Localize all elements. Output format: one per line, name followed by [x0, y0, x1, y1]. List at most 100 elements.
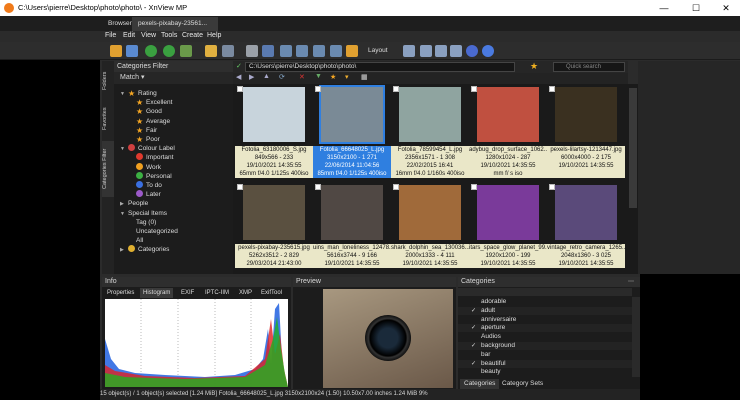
thumbnail-checkbox[interactable]	[315, 184, 321, 190]
tree-item[interactable]: Uncategorized	[136, 227, 178, 236]
slideshow-icon[interactable]	[313, 45, 325, 57]
thumbnail-item[interactable]: Fotolia_63180006_S.jpg 849x566 - 233 19/10…	[235, 86, 313, 180]
filter-funnel-icon[interactable]: ▾	[345, 73, 349, 81]
sort-star-icon[interactable]: ★	[330, 73, 336, 81]
print-icon[interactable]	[246, 45, 258, 57]
open-folder-icon[interactable]	[180, 45, 192, 57]
favorite-star-icon[interactable]: ★	[530, 61, 538, 72]
thumbnail-item[interactable]: adybug_drop_surface_1062... 1280x1024 - 2…	[469, 86, 547, 180]
layout-grid-icon[interactable]	[403, 45, 415, 57]
category-item[interactable]: ✓ aperture	[458, 324, 632, 333]
tab-iptc[interactable]: IPTC-IIM	[202, 288, 232, 298]
category-item[interactable]: ✓ adult	[458, 306, 632, 315]
tab-categories-filter[interactable]: Categories Filter	[102, 141, 114, 197]
rotate-icon[interactable]	[163, 45, 175, 57]
menu-help[interactable]: Help	[207, 32, 221, 39]
thumbnail-checkbox[interactable]	[393, 184, 399, 190]
layout-button[interactable]: Layout	[368, 47, 388, 54]
thumbnail-item[interactable]: shark_dolphin_sea_130036... 2000x1333 - 4…	[391, 184, 469, 278]
category-item[interactable]: ✓ background	[458, 342, 632, 350]
category-checkbox[interactable]: ✓	[471, 342, 477, 350]
tree-item[interactable]: To do	[136, 181, 162, 190]
help-icon[interactable]	[482, 45, 494, 57]
tab-histogram[interactable]: Histogram	[140, 288, 174, 298]
thumbnail-checkbox[interactable]	[471, 184, 477, 190]
tree-item[interactable]: Tag (0)	[136, 218, 156, 227]
menu-tools[interactable]: Tools	[161, 32, 177, 39]
view-mode-icon[interactable]: ▦	[361, 73, 368, 81]
thumbnail-item[interactable]: uins_man_loneliness_12478... 5616x3744 - …	[313, 184, 391, 278]
tab-exif[interactable]: EXIF	[178, 288, 197, 298]
tree-item[interactable]: ▼ Colour Label	[120, 144, 175, 153]
delete-icon[interactable]: ✕	[299, 73, 305, 81]
quick-search-input[interactable]: Quick search	[553, 62, 625, 72]
tab-exiftool[interactable]: ExifTool	[258, 288, 285, 298]
up-arrow-icon[interactable]: ▲	[263, 73, 270, 80]
thumbnail-checkbox[interactable]	[315, 86, 321, 92]
tree-item[interactable]: ★ Good	[136, 107, 162, 116]
forward-arrow-icon[interactable]: ▶	[249, 73, 254, 81]
expand-toggle-icon[interactable]: ▼	[120, 210, 128, 219]
tree-item[interactable]: Later	[136, 190, 161, 199]
settings-gear-icon[interactable]	[466, 45, 478, 57]
panels-icon[interactable]	[420, 45, 432, 57]
tag-icon[interactable]: ▼	[315, 73, 322, 80]
scan-icon[interactable]	[262, 45, 274, 57]
tree-item[interactable]: ▼ Special Items	[120, 209, 167, 218]
tree-item[interactable]: ▶ People	[120, 199, 148, 208]
category-item[interactable]: Audios	[458, 333, 632, 341]
back-arrow-icon[interactable]: ◀	[236, 73, 241, 81]
minimize-button[interactable]: —	[650, 2, 678, 14]
category-item[interactable]: ✓ beautiful	[458, 359, 632, 368]
compare-icon[interactable]	[296, 45, 308, 57]
scrollbar-thumb[interactable]	[629, 88, 637, 208]
reload-icon[interactable]: ⟳	[279, 73, 285, 81]
tree-item[interactable]: ★ Average	[136, 117, 170, 126]
filter-icon[interactable]	[346, 45, 358, 57]
maximize-button[interactable]: ☐	[682, 2, 710, 14]
tree-item[interactable]: Important	[136, 153, 173, 162]
match-dropdown[interactable]: Match ▾	[114, 72, 233, 84]
thumbnail-item[interactable]: Fotolia_78599454_L.jpg 2356x1571 - 1 308 2…	[391, 86, 469, 180]
tree-item[interactable]: ★ Excellent	[136, 98, 172, 107]
category-checkbox[interactable]: ✓	[471, 360, 477, 368]
preview-panel-icon[interactable]	[450, 45, 462, 57]
category-item[interactable]: adorable	[458, 298, 632, 306]
tab-xmp[interactable]: XMP	[236, 288, 255, 298]
expand-toggle-icon[interactable]: ▼	[120, 145, 128, 154]
category-checkbox[interactable]: ✓	[471, 307, 477, 315]
menu-file[interactable]: File	[105, 32, 116, 39]
category-item[interactable]: beauty	[458, 368, 632, 376]
thumbnail-item[interactable]: Fotolia_66648025_L.jpg 3150x2100 - 1 271 2…	[313, 85, 391, 180]
tree-item[interactable]: ★ Fair	[136, 126, 157, 135]
browse-icon[interactable]	[110, 45, 122, 57]
thumbnail-item[interactable]: itars_space_glow_planet_99... 1920x1200 -…	[469, 184, 547, 278]
menu-view[interactable]: View	[141, 32, 156, 39]
thumbnail-checkbox[interactable]	[393, 86, 399, 92]
tree-item[interactable]: ▶ Categories	[120, 245, 169, 254]
refresh-icon[interactable]	[145, 45, 157, 57]
tab-categories[interactable]: Categories	[460, 379, 500, 389]
categories-filter-field[interactable]	[458, 288, 632, 296]
browser-scrollbar[interactable]	[628, 84, 638, 274]
thumbnail-item[interactable]: vintage_retro_camera_1265... 2048x1360 - …	[547, 184, 625, 278]
batch-icon[interactable]	[280, 45, 292, 57]
thumbnail-checkbox[interactable]	[237, 184, 243, 190]
info-panel-icon[interactable]	[435, 45, 447, 57]
thumbnail-checkbox[interactable]	[471, 86, 477, 92]
categories-menu-icon[interactable]: ⋯	[628, 278, 634, 285]
tab-folders[interactable]: Folders	[102, 65, 114, 97]
path-input[interactable]: C:\Users\pierre\Desktop\photo\photo\	[245, 62, 515, 72]
category-checkbox[interactable]: ✓	[471, 324, 477, 332]
tab-properties[interactable]: Properties	[104, 288, 137, 298]
tree-item[interactable]: All	[136, 236, 143, 245]
thumbnail-item[interactable]: pexels-pixabay-235615.jpg 5262x3512 - 2 8…	[235, 184, 313, 278]
tree-item[interactable]: ▼ ★ Rating	[120, 89, 157, 98]
tree-item[interactable]: Personal	[136, 171, 172, 181]
tree-item[interactable]: ★ Poor	[136, 135, 160, 144]
thumbnail-item[interactable]: pexels-lilartsy-1213447.jpg 6000x4000 - 2…	[547, 86, 625, 180]
close-button[interactable]: ✕	[712, 2, 740, 14]
tab-category-sets[interactable]: Category Sets	[498, 379, 547, 389]
category-item[interactable]: anniversaire	[458, 316, 632, 324]
thumbnail-checkbox[interactable]	[549, 86, 555, 92]
